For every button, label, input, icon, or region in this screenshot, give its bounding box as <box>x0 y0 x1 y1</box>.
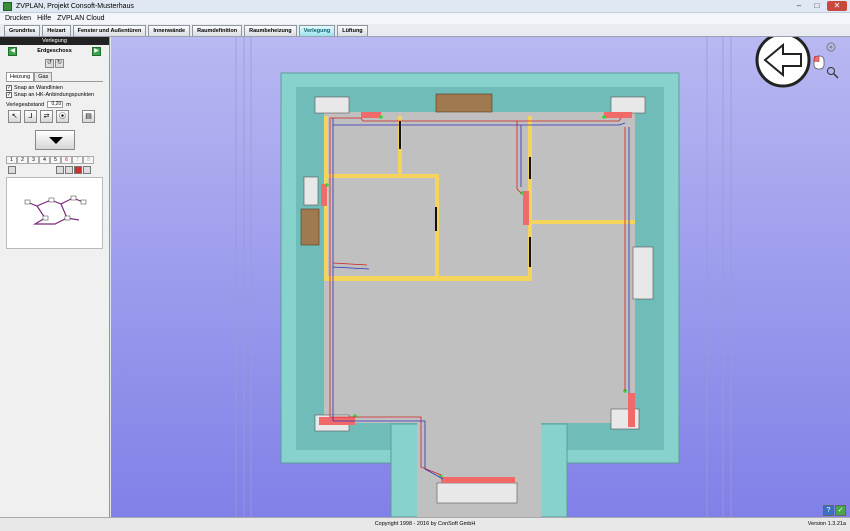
copyright-text: Copyright 1998 - 2016 by ConSoft GmbH <box>374 521 476 527</box>
status-bar: ? ✓ Copyright 1998 - 2016 by ConSoft Gmb… <box>0 505 850 531</box>
menu-hilfe[interactable]: Hilfe <box>37 15 51 22</box>
undo-icon[interactable]: ↺ <box>45 59 54 68</box>
tab-raumbeheizung[interactable]: Raumbeheizung <box>244 25 297 36</box>
apply-down-button[interactable] <box>34 130 75 150</box>
redo-icon[interactable]: ↻ <box>55 59 64 68</box>
delete-circuit-icon[interactable] <box>8 166 16 174</box>
circuit-tab-3[interactable]: 3 <box>28 156 39 164</box>
remove-icon[interactable] <box>74 166 82 174</box>
route-pipe-icon[interactable]: ⅃ <box>24 110 37 123</box>
circuit-tab-1[interactable]: 1 <box>6 156 17 164</box>
help-icon[interactable]: ? <box>823 505 834 516</box>
snap-hk-checkbox[interactable]: ✓ Snap an HK-Anbindungspunkten <box>6 91 103 98</box>
minimize-button[interactable]: – <box>791 1 807 11</box>
checkbox-icon: ✓ <box>6 84 12 91</box>
tab-lueftung[interactable]: Lüftung <box>337 25 368 36</box>
split-pipe-icon[interactable]: ⇄ <box>40 110 53 123</box>
trash-icon[interactable]: ▤ <box>82 110 95 123</box>
subtab-heizung[interactable]: Heizung <box>6 72 35 81</box>
abstand-label: Verlegeabstand <box>6 101 45 108</box>
menu-drucken[interactable]: Drucken <box>5 15 31 22</box>
compass-arrow-icon <box>755 37 811 88</box>
circuit-tab-2[interactable]: 2 <box>17 156 28 164</box>
menu-zvplan-cloud[interactable]: ZVPLAN Cloud <box>57 15 104 22</box>
snap-wall-checkbox[interactable]: ✓ Snap an Wandlinien <box>6 84 103 91</box>
circuit-tab-5[interactable]: 5 <box>50 156 61 164</box>
tab-raumdefinition[interactable]: Raumdefinition <box>192 25 243 36</box>
tab-verlegung[interactable]: Verlegung <box>298 25 336 36</box>
zoom-icon <box>827 67 839 79</box>
subtab-gas[interactable]: Gas <box>34 72 53 81</box>
rotate-icon <box>826 42 836 52</box>
fit-view-icon[interactable] <box>83 166 91 174</box>
maximize-button[interactable]: □ <box>809 1 825 11</box>
circuit-tab-8[interactable]: 8 <box>83 156 94 164</box>
tab-innenwaende[interactable]: Innenwände <box>148 25 191 36</box>
close-button[interactable]: ✕ <box>827 1 847 11</box>
window-title: ZVPLAN, Projekt Consoft-Musterhaus <box>16 2 134 10</box>
sidebar-header: Verlegung <box>0 37 109 45</box>
tab-grundriss[interactable]: Grundriss <box>4 25 41 36</box>
tab-bar: Grundriss Heizart Fenster und Außentüren… <box>0 24 850 37</box>
select-pointer-icon[interactable]: ↖ <box>8 110 21 123</box>
3d-viewport[interactable] <box>111 37 850 517</box>
tab-heizart[interactable]: Heizart <box>42 25 71 36</box>
circuit-tab-7[interactable]: 7 <box>72 156 83 164</box>
zoom-out-icon[interactable] <box>65 166 73 174</box>
connector-icon[interactable]: ⦿ <box>56 110 69 123</box>
floorplan-svg <box>235 37 839 517</box>
sidebar: Verlegung ◀ Erdgeschoss ▶ ↺ ↻ Heizung Ga… <box>0 37 110 517</box>
floor <box>324 112 635 423</box>
abstand-unit: m <box>66 101 71 108</box>
menu-bar: Drucken Hilfe ZVPLAN Cloud <box>0 13 850 24</box>
circuit-preview <box>6 177 103 249</box>
abstand-input[interactable]: 0,20 <box>47 101 64 108</box>
checkbox-icon: ✓ <box>6 91 12 98</box>
circuit-tab-6[interactable]: 6 <box>61 156 72 164</box>
circuit-tab-4[interactable]: 4 <box>39 156 50 164</box>
ok-check-icon[interactable]: ✓ <box>835 505 846 516</box>
down-triangle-icon <box>48 137 63 144</box>
zoom-in-icon[interactable] <box>56 166 64 174</box>
app-icon <box>3 1 12 11</box>
floor-next-button[interactable]: ▶ <box>92 47 101 56</box>
version-text: Version 1.3.21a <box>807 521 846 527</box>
tab-fenster[interactable]: Fenster und Außentüren <box>72 25 147 36</box>
title-bar: ZVPLAN, Projekt Consoft-Musterhaus – □ ✕ <box>0 0 850 13</box>
mouse-icon <box>813 55 825 70</box>
